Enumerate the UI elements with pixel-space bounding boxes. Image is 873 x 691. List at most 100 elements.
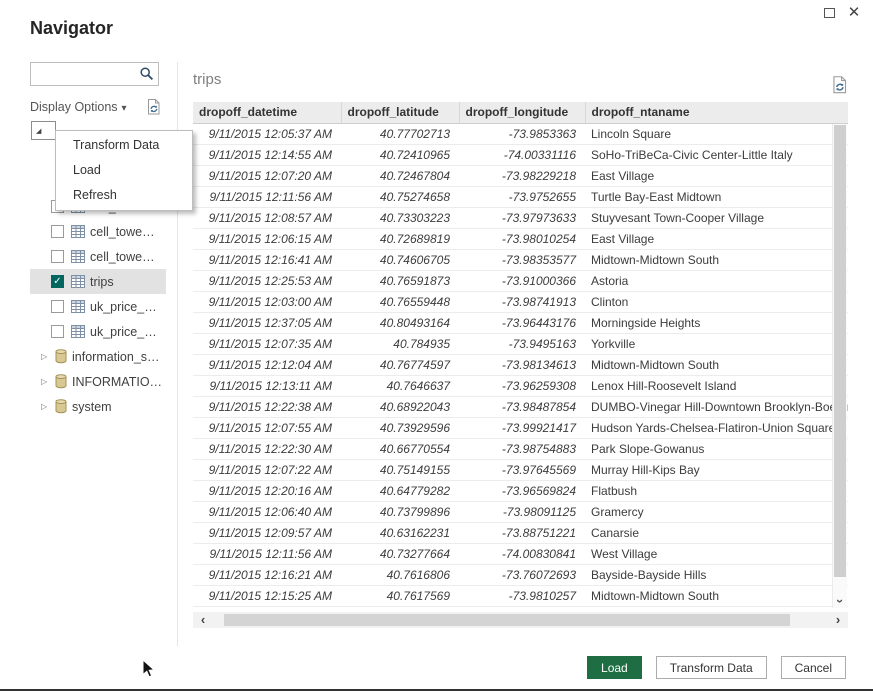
vertical-scrollbar-thumb[interactable] bbox=[834, 125, 846, 577]
table-cell: -73.9495163 bbox=[459, 333, 585, 354]
table-cell: 9/11/2015 12:22:38 AM bbox=[193, 396, 341, 417]
navigator-tree: cell_towe…cell_towe…cell_towe…✓tripsuk_p… bbox=[30, 194, 166, 419]
column-header-dropoff-datetime[interactable]: dropoff_datetime bbox=[193, 102, 341, 123]
table-cell: 9/11/2015 12:03:00 AM bbox=[193, 291, 341, 312]
tree-item-system[interactable]: ▷ system bbox=[30, 394, 166, 419]
tree-item-uk-price[interactable]: uk_price_… bbox=[30, 294, 166, 319]
checkbox[interactable] bbox=[51, 300, 64, 313]
table-cell: Park Slope-Gowanus bbox=[585, 438, 848, 459]
cancel-button[interactable]: Cancel bbox=[781, 656, 846, 679]
context-menu-item-load[interactable]: Load bbox=[56, 158, 192, 183]
table-row: 9/11/2015 12:05:37 AM40.77702713-73.9853… bbox=[193, 123, 848, 144]
expand-arrow-icon[interactable]: ▷ bbox=[41, 402, 50, 411]
table-cell: -73.9752655 bbox=[459, 186, 585, 207]
table-cell: 40.75149155 bbox=[341, 459, 459, 480]
table-cell: 40.74606705 bbox=[341, 249, 459, 270]
table-cell: 9/11/2015 12:13:11 AM bbox=[193, 375, 341, 396]
table-cell: 40.72410965 bbox=[341, 144, 459, 165]
context-menu-item-transform-data[interactable]: Transform Data bbox=[56, 133, 192, 158]
table-cell: 40.7616806 bbox=[341, 564, 459, 585]
horizontal-scrollbar-thumb[interactable] bbox=[224, 614, 790, 626]
scroll-down-icon[interactable]: › bbox=[833, 592, 848, 608]
table-cell: 40.64779282 bbox=[341, 480, 459, 501]
table-cell: 9/11/2015 12:06:15 AM bbox=[193, 228, 341, 249]
table-cell: 40.76591873 bbox=[341, 270, 459, 291]
maximize-icon[interactable] bbox=[824, 8, 835, 18]
context-menu-item-refresh[interactable]: Refresh bbox=[56, 183, 192, 208]
tree-item-informatio[interactable]: ▷ INFORMATIO… bbox=[30, 369, 166, 394]
table-cell: 40.72467804 bbox=[341, 165, 459, 186]
refresh-preview-icon[interactable] bbox=[145, 97, 163, 122]
checkbox[interactable]: ✓ bbox=[51, 275, 64, 288]
table-cell: East Village bbox=[585, 165, 848, 186]
table-cell: Hudson Yards-Chelsea-Flatiron-Union Squa… bbox=[585, 417, 848, 438]
checkbox[interactable] bbox=[51, 325, 64, 338]
column-header-dropoff-longitude[interactable]: dropoff_longitude bbox=[459, 102, 585, 123]
search-box[interactable] bbox=[30, 62, 159, 86]
table-cell: Gramercy bbox=[585, 501, 848, 522]
table-row: 9/11/2015 12:15:25 AM40.7617569-73.98102… bbox=[193, 585, 848, 606]
table-cell: -73.98487854 bbox=[459, 396, 585, 417]
page-title: Navigator bbox=[30, 18, 113, 39]
scroll-right-icon[interactable]: › bbox=[830, 612, 846, 628]
load-button[interactable]: Load bbox=[587, 656, 642, 679]
table-cell: 40.66770554 bbox=[341, 438, 459, 459]
table-row: 9/11/2015 12:03:00 AM40.76559448-73.9874… bbox=[193, 291, 848, 312]
scroll-left-icon[interactable]: ‹ bbox=[195, 612, 211, 628]
expand-arrow-icon[interactable]: ▷ bbox=[41, 352, 50, 361]
tree-item-label: information_s… bbox=[72, 350, 160, 364]
table-row: 9/11/2015 12:37:05 AM40.80493164-73.9644… bbox=[193, 312, 848, 333]
table-cell: -73.98134613 bbox=[459, 354, 585, 375]
table-cell: 9/11/2015 12:07:35 AM bbox=[193, 333, 341, 354]
tree-item-label: INFORMATIO… bbox=[72, 375, 162, 389]
preview-table-title: trips bbox=[193, 71, 221, 88]
tree-item-information-s[interactable]: ▷ information_s… bbox=[30, 344, 166, 369]
table-cell: 9/11/2015 12:05:37 AM bbox=[193, 123, 341, 144]
table-cell: -73.9853363 bbox=[459, 123, 585, 144]
column-header-dropoff-latitude[interactable]: dropoff_latitude bbox=[341, 102, 459, 123]
table-cell: 9/11/2015 12:07:22 AM bbox=[193, 459, 341, 480]
checkbox[interactable] bbox=[51, 225, 64, 238]
tree-item-trips[interactable]: ✓ trips bbox=[30, 269, 166, 294]
table-cell: 9/11/2015 12:07:55 AM bbox=[193, 417, 341, 438]
tree-item-label: trips bbox=[90, 275, 114, 289]
tree-item-label: system bbox=[72, 400, 112, 414]
tree-item-cell-towe[interactable]: cell_towe… bbox=[30, 219, 166, 244]
table-row: 9/11/2015 12:22:30 AM40.66770554-73.9875… bbox=[193, 438, 848, 459]
table-cell: Flatbush bbox=[585, 480, 848, 501]
table-cell: -73.98741913 bbox=[459, 291, 585, 312]
table-cell: Midtown-Midtown South bbox=[585, 249, 848, 270]
table-cell: Lincoln Square bbox=[585, 123, 848, 144]
close-icon[interactable]: ✕ bbox=[845, 3, 863, 21]
table-row: 9/11/2015 12:06:40 AM40.73799896-73.9809… bbox=[193, 501, 848, 522]
table-cell: 40.68922043 bbox=[341, 396, 459, 417]
table-cell: -73.96259308 bbox=[459, 375, 585, 396]
table-cell: 40.63162231 bbox=[341, 522, 459, 543]
table-cell: -74.00830841 bbox=[459, 543, 585, 564]
table-cell: Yorkville bbox=[585, 333, 848, 354]
table-cell: -73.88751221 bbox=[459, 522, 585, 543]
transform-data-button[interactable]: Transform Data bbox=[656, 656, 767, 679]
column-header-dropoff-ntaname[interactable]: dropoff_ntaname bbox=[585, 102, 848, 123]
vertical-scrollbar[interactable]: › bbox=[832, 124, 847, 608]
table-cell: Lenox Hill-Roosevelt Island bbox=[585, 375, 848, 396]
search-input[interactable] bbox=[35, 65, 133, 83]
table-cell: 9/11/2015 12:08:57 AM bbox=[193, 207, 341, 228]
table-cell: -73.96443176 bbox=[459, 312, 585, 333]
table-row: 9/11/2015 12:22:38 AM40.68922043-73.9848… bbox=[193, 396, 848, 417]
horizontal-scrollbar[interactable]: ‹ › bbox=[193, 612, 848, 628]
table-cell: -74.00331116 bbox=[459, 144, 585, 165]
tree-root-expander[interactable]: ◢ bbox=[31, 121, 56, 140]
display-options-dropdown[interactable]: Display Options▾ bbox=[30, 100, 127, 114]
table-cell: 40.80493164 bbox=[341, 312, 459, 333]
refresh-preview-icon[interactable] bbox=[830, 74, 850, 101]
search-icon[interactable] bbox=[139, 66, 155, 87]
tree-item-cell-towe[interactable]: cell_towe… bbox=[30, 244, 166, 269]
tree-item-uk-price[interactable]: uk_price_… bbox=[30, 319, 166, 344]
table-row: 9/11/2015 12:08:57 AM40.73303223-73.9797… bbox=[193, 207, 848, 228]
expand-arrow-icon[interactable]: ▷ bbox=[41, 377, 50, 386]
table-cell: 9/11/2015 12:09:57 AM bbox=[193, 522, 341, 543]
checkbox[interactable] bbox=[51, 250, 64, 263]
table-cell: 9/11/2015 12:16:21 AM bbox=[193, 564, 341, 585]
table-cell: -73.9810257 bbox=[459, 585, 585, 606]
